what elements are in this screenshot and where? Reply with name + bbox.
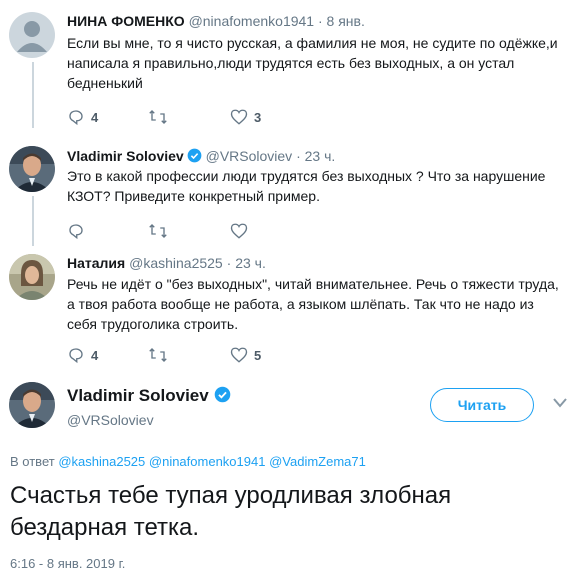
retweet-button[interactable] xyxy=(148,346,168,364)
retweet-icon xyxy=(149,110,167,124)
tweet-header: НИНА ФОМЕНКО @ninafomenko1941 · 8 янв. xyxy=(67,13,365,29)
tweet-time[interactable]: 23 ч. xyxy=(305,148,336,164)
tweet-text: Речь не идёт о "без выходных", читай вни… xyxy=(67,276,559,332)
tweet-time[interactable]: 8 янв. xyxy=(327,13,365,29)
tweet-text: Если вы мне, то я чисто русская, а фамил… xyxy=(67,35,558,91)
like-button[interactable]: 5 xyxy=(230,346,261,364)
verified-badge-icon xyxy=(214,386,231,403)
reply-count: 4 xyxy=(91,348,99,363)
retweet-icon xyxy=(149,224,167,238)
main-tweet-timestamp[interactable]: 6:16 - 8 янв. 2019 г. xyxy=(10,556,125,571)
retweet-button[interactable] xyxy=(148,222,168,240)
retweet-button[interactable] xyxy=(148,108,168,126)
author-handle[interactable]: @ninafomenko1941 xyxy=(189,13,315,29)
author-name[interactable]: Vladimir Soloviev xyxy=(67,148,184,164)
retweet-icon xyxy=(149,348,167,362)
tweet[interactable]: НИНА ФОМЕНКО @ninafomenko1941 · 8 янв. Е… xyxy=(0,0,580,135)
avatar-default[interactable] xyxy=(9,12,55,58)
reply-icon xyxy=(69,348,83,364)
like-button[interactable]: 3 xyxy=(230,108,261,126)
mention-link[interactable]: @ninafomenko1941 xyxy=(149,454,266,469)
like-button[interactable] xyxy=(230,222,248,240)
author-name[interactable]: НИНА ФОМЕНКО xyxy=(67,13,185,29)
separator-dot: · xyxy=(226,255,232,271)
like-icon xyxy=(230,109,248,125)
author-name[interactable]: Наталия xyxy=(67,255,125,271)
like-icon xyxy=(230,347,248,363)
reply-button[interactable]: 4 xyxy=(67,346,98,364)
main-author-name-text: Vladimir Soloviev xyxy=(67,386,209,405)
tweet-header: Vladimir Soloviev @VRSoloviev · 23 ч. xyxy=(67,148,335,164)
follow-button[interactable]: Читать xyxy=(430,388,534,422)
mention-link[interactable]: @kashina2525 xyxy=(58,454,145,469)
main-tweet-text: Счастья тебе тупая уродливая злобная без… xyxy=(10,482,452,541)
author-handle[interactable]: @VRSoloviev xyxy=(206,148,293,164)
tweet-time[interactable]: 23 ч. xyxy=(235,255,266,271)
main-author-handle[interactable]: @VRSoloviev xyxy=(67,412,154,428)
author-handle[interactable]: @kashina2525 xyxy=(129,255,223,271)
mention-link[interactable]: @VadimZema71 xyxy=(269,454,366,469)
reply-button[interactable] xyxy=(67,222,85,240)
like-icon xyxy=(230,223,248,239)
separator-dot: · xyxy=(296,148,301,164)
like-count: 5 xyxy=(254,348,262,363)
avatar-soloviev[interactable] xyxy=(9,146,55,192)
like-count: 3 xyxy=(254,110,262,125)
tweet[interactable]: Vladimir Soloviev @VRSoloviev · 23 ч. Эт… xyxy=(0,138,580,248)
tweet-header: Наталия @kashina2525 · 23 ч. xyxy=(67,255,266,271)
reply-count: 4 xyxy=(91,110,99,125)
reply-icon xyxy=(69,110,83,126)
separator-dot: · xyxy=(317,13,323,29)
main-author-name[interactable]: Vladimir Soloviev xyxy=(67,386,231,406)
reply-icon xyxy=(69,224,83,240)
tweet[interactable]: Наталия @kashina2525 · 23 ч. Речь не идё… xyxy=(0,248,580,370)
replying-to: В ответ @kashina2525 @ninafomenko1941 @V… xyxy=(10,454,366,469)
replying-prefix: В ответ xyxy=(10,454,55,469)
avatar-soloviev-main[interactable] xyxy=(9,382,55,428)
verified-badge-icon xyxy=(187,148,202,163)
avatar-natalia[interactable] xyxy=(9,254,55,300)
tweet-text: Это в какой профессии люди трудятся без … xyxy=(67,168,546,204)
chevron-down-icon[interactable] xyxy=(552,396,568,410)
reply-button[interactable]: 4 xyxy=(67,108,98,126)
